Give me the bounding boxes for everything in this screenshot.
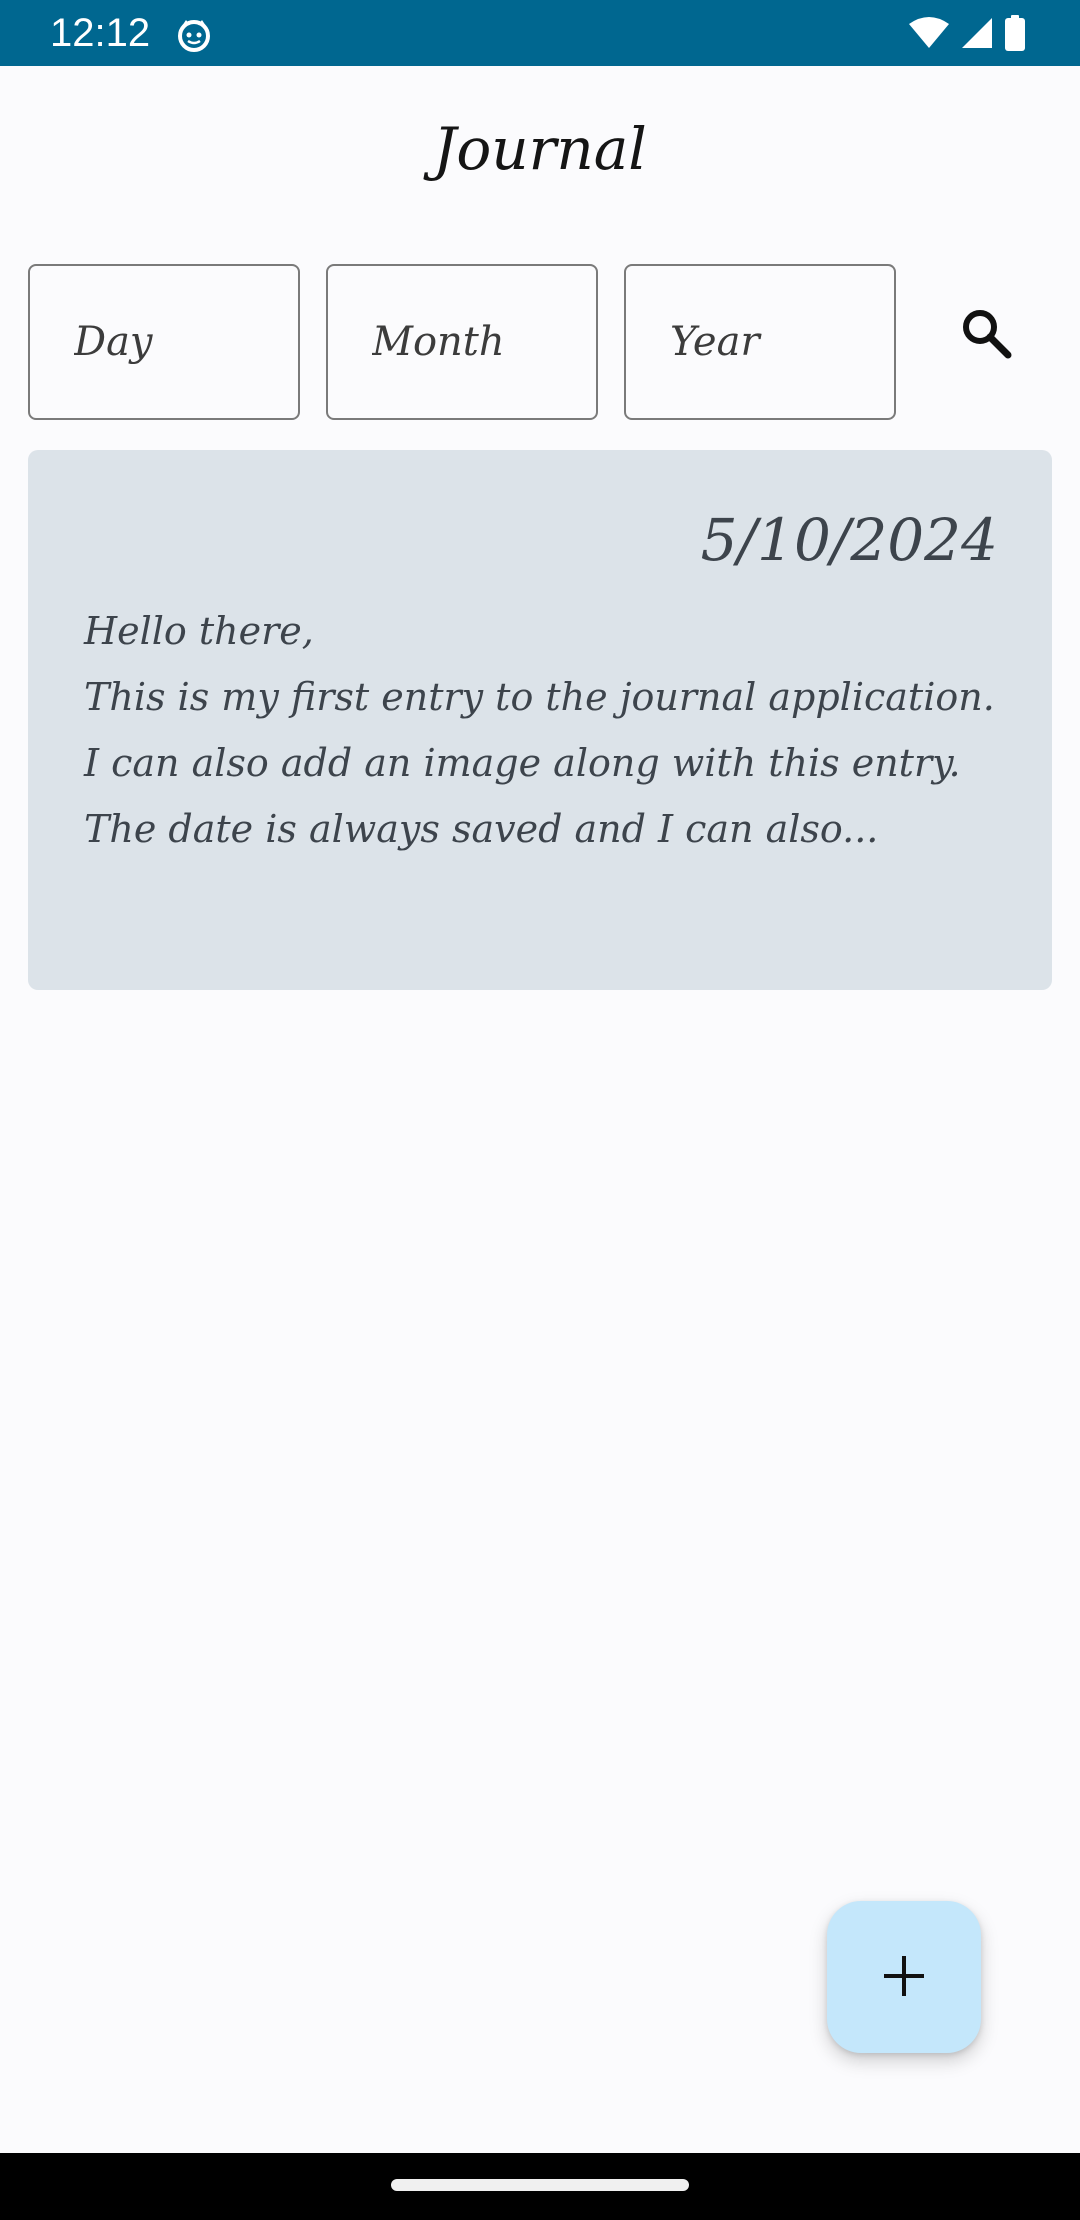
page-title: Journal (433, 115, 647, 183)
month-input[interactable] (326, 264, 598, 420)
day-input[interactable] (28, 264, 300, 420)
status-bar: 12:12 (0, 0, 1080, 66)
search-button[interactable] (948, 296, 1024, 372)
journal-entry-card[interactable]: 5/10/2024 Hello there, This is my first … (28, 450, 1052, 990)
wifi-icon (908, 16, 950, 50)
system-navigation-bar (0, 2153, 1080, 2220)
search-icon (960, 307, 1012, 362)
home-indicator[interactable] (391, 2179, 689, 2191)
add-entry-button[interactable] (827, 1901, 981, 2053)
entry-preview: Hello there, This is my first entry to t… (84, 609, 995, 851)
status-icons (908, 14, 1026, 52)
year-input[interactable] (624, 264, 896, 420)
plus-icon (882, 1954, 926, 2001)
entry-date: 5/10/2024 (700, 506, 998, 574)
status-time: 12:12 (50, 11, 151, 55)
journal-screen: 12:12 Journal Day Month Year 5/10/2024 H… (0, 0, 1080, 2220)
battery-icon (1004, 15, 1026, 51)
signal-icon (960, 16, 994, 50)
cat-face-icon (176, 16, 212, 52)
